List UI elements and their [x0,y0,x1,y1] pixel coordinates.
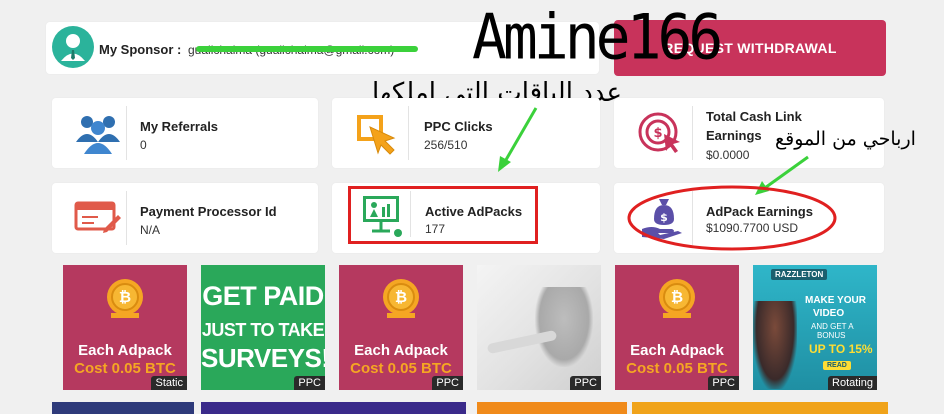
ad4-tag: PPC [570,376,601,390]
referrals-title: My Referrals [140,119,219,134]
adpack-earnings-divider [692,191,693,245]
adpacks-divider [410,191,411,237]
razzleton-read-label: READ [827,362,847,369]
payment-divider [126,191,127,245]
ad3-line2: Cost 0.05 BTC [350,360,452,377]
user-avatar-icon [52,26,94,68]
ad-banner-adpack-ppc-2[interactable]: ₿ Each Adpack Cost 0.05 BTC PPC [615,265,739,390]
svg-text:$: $ [660,211,668,224]
ad2-line2: JUST TO TAKE [201,320,325,340]
payment-title: Payment Processor Id [140,204,277,219]
target-click-icon: $ [638,110,684,156]
razzleton-logo: RAZZLETON [771,269,828,280]
users-group-icon [74,110,122,156]
cash-link-value: $0.0000 [706,148,750,162]
ppc-divider [408,106,409,160]
referrals-card: My Referrals 0 [52,98,318,168]
razzleton-read-button[interactable]: READ [823,361,851,370]
ad2-line1: GET PAID [202,281,324,311]
adpack-earnings-card: $ AdPack Earnings $1090.7700 USD [614,183,884,253]
ad2-line3: SURVEYS! [201,343,325,373]
bitcoin-coin-icon: ₿ [103,277,147,321]
cash-link-title-line2: Earnings [706,128,762,143]
ad5-tag: PPC [708,376,739,390]
ppc-clicks-card: PPC Clicks 256/510 [332,98,600,168]
referrals-divider [126,106,127,160]
ad-banner-surveys[interactable]: GET PAID JUST TO TAKE SURVEYS! PPC [201,265,325,390]
ad5-line2: Cost 0.05 BTC [626,360,728,377]
svg-text:₿: ₿ [395,288,407,306]
razzleton-line4: BONUS [817,331,846,340]
razzleton-line1: MAKE YOUR [805,295,866,306]
referrals-value: 0 [140,138,147,152]
ad1-line2: Cost 0.05 BTC [74,360,176,377]
ad-banner-row2-2[interactable] [201,402,466,414]
money-bag-hand-icon: $ [640,195,686,239]
razzleton-line3: AND GET A [811,322,854,331]
ppc-clicks-title: PPC Clicks [424,119,493,134]
presentation-board-icon [360,193,406,237]
ad6-tag: Rotating [828,376,877,390]
payment-form-icon [74,199,122,237]
bitcoin-coin-icon: ₿ [379,277,423,321]
payment-processor-card: Payment Processor Id N/A [52,183,318,253]
ad-banner-razzleton[interactable]: RAZZLETON MAKE YOUR VIDEO AND GET A BONU… [753,265,877,390]
ad3-tag: PPC [432,376,463,390]
ad1-line1: Each Adpack [78,342,172,359]
ad5-line1: Each Adpack [630,342,724,359]
ad-banner-adpack-static[interactable]: ₿ Each Adpack Cost 0.05 BTC Static [63,265,187,390]
razzleton-brand: RAZZLETON [775,270,824,279]
svg-text:₿: ₿ [119,288,131,306]
ad-banner-row2-1[interactable] [52,402,194,414]
ad3-line1: Each Adpack [354,342,448,359]
cash-link-title-line1: Total Cash Link [706,109,802,124]
ad-banner-row2-3[interactable] [477,402,627,414]
payment-value: N/A [140,223,161,237]
ad2-tag: PPC [294,376,325,390]
ad-banner-hand-photo[interactable]: PPC [477,265,601,390]
svg-text:₿: ₿ [671,288,683,306]
razzleton-person [753,301,797,389]
overlay-username: Amine166 [472,0,723,74]
active-adpacks-card: Active AdPacks 177 [332,183,600,253]
sponsor-label: My Sponsor : [99,42,182,57]
ad-banner-adpack-ppc[interactable]: ₿ Each Adpack Cost 0.05 BTC PPC [339,265,463,390]
earnings-annotation: ارباحي من الموقع [775,128,916,150]
bitcoin-coin-icon: ₿ [655,277,699,321]
hand-photo-image [535,287,593,367]
active-adpacks-title: Active AdPacks [425,204,523,219]
adpack-earnings-value: $1090.7700 USD [706,221,799,235]
cursor-click-icon [356,112,400,156]
razzleton-line5: UP TO 15% [809,342,873,356]
svg-text:$: $ [653,126,662,141]
sponsor-redaction [196,46,418,52]
cash-link-divider [692,106,693,160]
razzleton-line2: VIDEO [813,308,845,319]
ad-banner-row2-4[interactable] [632,402,888,414]
active-adpacks-value: 177 [425,222,446,236]
ppc-clicks-value: 256/510 [424,138,468,152]
adpack-earnings-title: AdPack Earnings [706,204,813,219]
ad1-tag: Static [151,376,187,390]
